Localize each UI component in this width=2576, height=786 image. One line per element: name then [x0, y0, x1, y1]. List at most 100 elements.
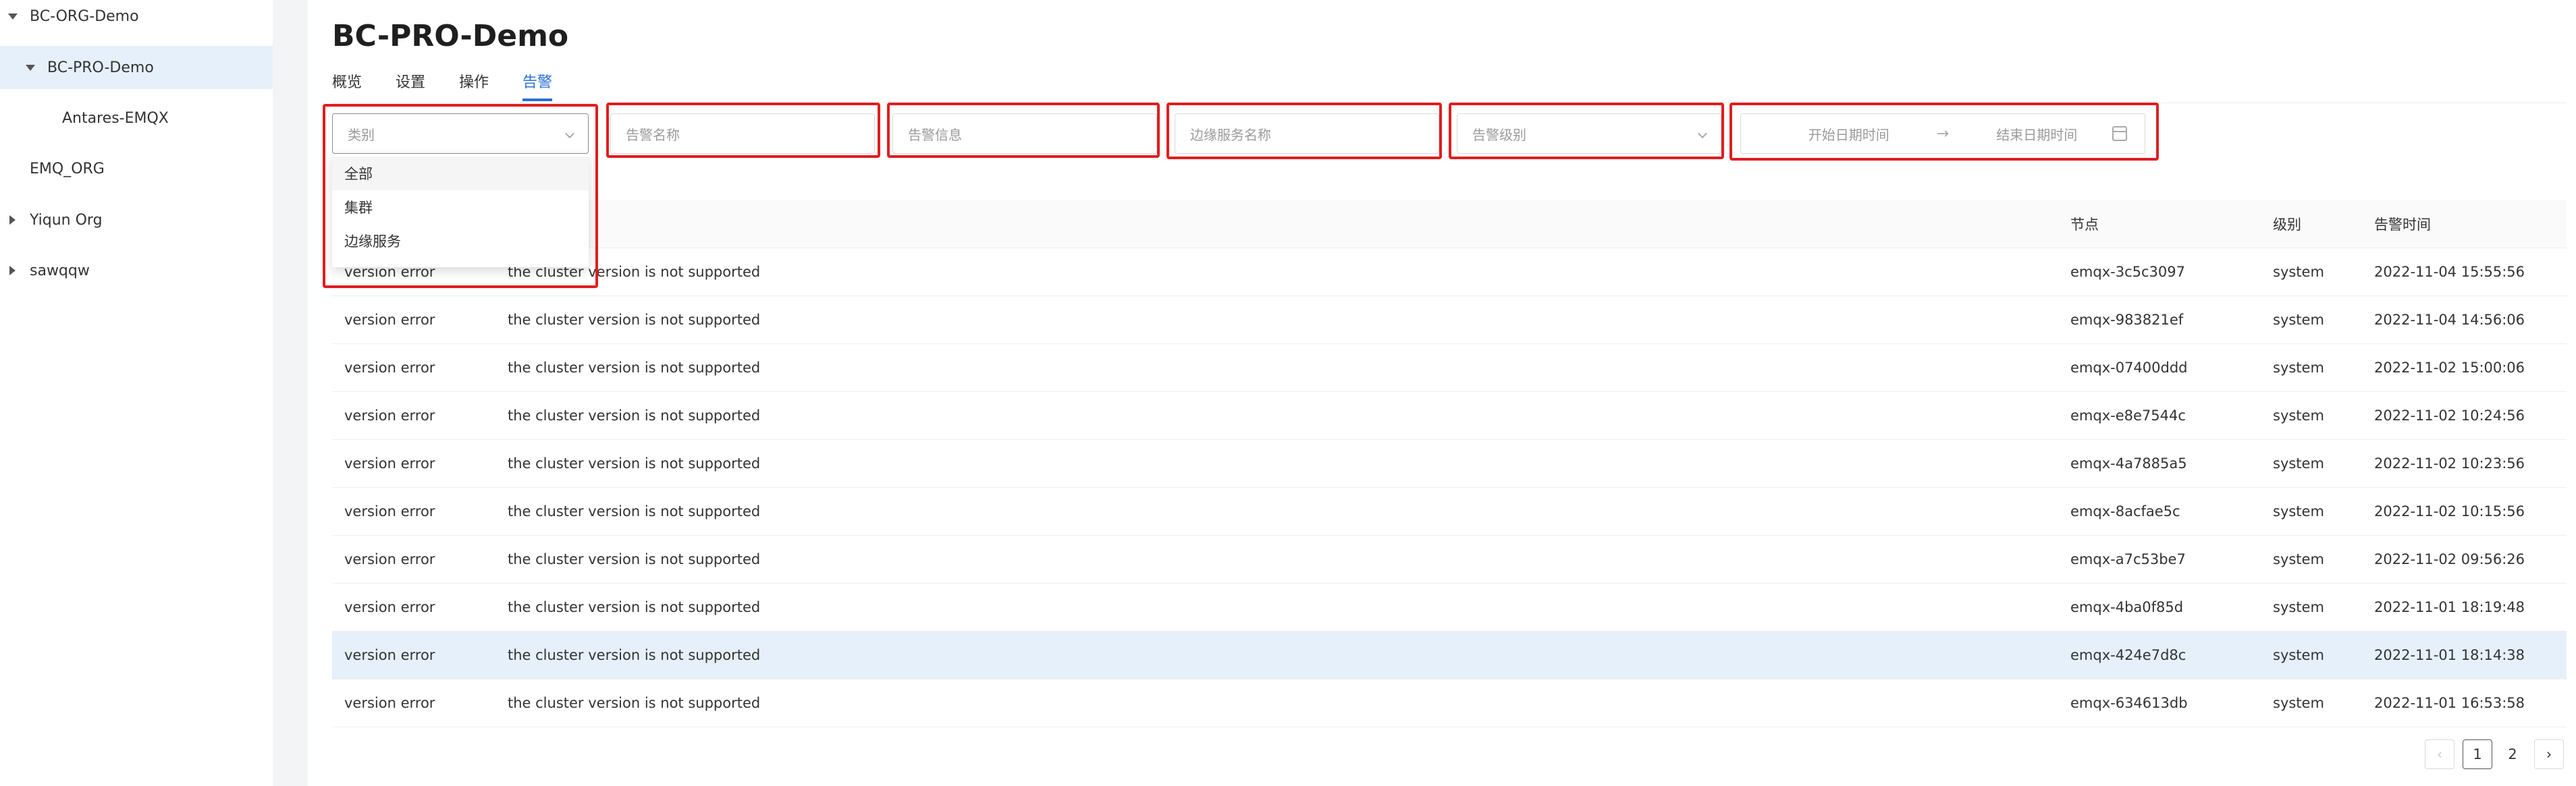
- edge-service-name-input[interactable]: 边缘服务名称: [1175, 113, 1439, 154]
- table-row[interactable]: version error the cluster version is not…: [332, 488, 2567, 536]
- org-tree-sidebar: BC-ORG-Demo BC-PRO-Demo Antares-EMQX EMQ…: [0, 0, 273, 786]
- caret-right-icon[interactable]: [9, 266, 16, 275]
- cell-alarm-time: 2022-11-01 16:53:58: [2374, 695, 2525, 711]
- caret-down-icon[interactable]: [8, 13, 18, 20]
- pagination-page-1[interactable]: 1: [2463, 739, 2492, 769]
- cell-alarm-name: version error: [344, 551, 435, 567]
- cell-alarm-name: version error: [344, 599, 435, 615]
- dropdown-option-all[interactable]: 全部: [332, 157, 589, 190]
- tree-item-bc-pro-demo[interactable]: BC-PRO-Demo: [0, 46, 273, 89]
- cell-alarm-time: 2022-11-02 10:24:56: [2374, 408, 2525, 424]
- tree-item-emq-org[interactable]: EMQ_ORG: [0, 147, 273, 190]
- cell-node: emqx-e8e7544c: [2070, 408, 2186, 424]
- alarm-level-select[interactable]: 告警级别: [1457, 113, 1721, 154]
- table-row[interactable]: version error the cluster version is not…: [332, 440, 2567, 488]
- cell-level: system: [2273, 695, 2324, 711]
- cell-alarm-time: 2022-11-02 10:23:56: [2374, 455, 2525, 472]
- table-row[interactable]: version error the cluster version is not…: [332, 536, 2567, 584]
- chevron-down-icon: [1697, 128, 1708, 139]
- cell-alarm-name: version error: [344, 408, 435, 424]
- cell-level: system: [2273, 551, 2324, 567]
- cell-alarm-info: the cluster version is not supported: [508, 695, 761, 711]
- cell-alarm-time: 2022-11-02 09:56:26: [2374, 551, 2525, 567]
- alarm-name-input[interactable]: 告警名称: [610, 113, 875, 154]
- alarm-name-placeholder: 告警名称: [626, 126, 680, 143]
- start-datetime-input[interactable]: 开始日期时间: [1808, 124, 1889, 144]
- table-row[interactable]: version error the cluster version is not…: [332, 296, 2567, 344]
- tree-item-sawqqw[interactable]: sawqqw: [0, 249, 273, 292]
- category-select[interactable]: 类别: [332, 113, 589, 154]
- caret-down-icon[interactable]: [26, 64, 35, 71]
- tab-operations[interactable]: 操作: [459, 70, 489, 101]
- tab-alarms[interactable]: 告警: [522, 70, 553, 101]
- table-row[interactable]: version error the cluster version is not…: [332, 584, 2567, 631]
- category-dropdown-menu: 全部 集群 边缘服务: [332, 154, 589, 267]
- tree-item-antares-emqx[interactable]: Antares-EMQX: [0, 96, 273, 140]
- pagination-page-2[interactable]: 2: [2498, 739, 2527, 769]
- cell-node: emqx-634613db: [2070, 695, 2188, 711]
- cell-alarm-time: 2022-11-02 10:15:56: [2374, 503, 2525, 520]
- cell-node: emqx-07400ddd: [2070, 360, 2188, 376]
- cell-node: emqx-424e7d8c: [2070, 647, 2186, 663]
- tree-item-label: EMQ_ORG: [30, 160, 105, 177]
- cell-alarm-time: 2022-11-01 18:19:48: [2374, 599, 2525, 615]
- cell-alarm-info: the cluster version is not supported: [508, 408, 761, 424]
- cell-level: system: [2273, 599, 2324, 615]
- cell-alarm-name: version error: [344, 695, 435, 711]
- tab-overview[interactable]: 概览: [332, 70, 362, 101]
- tab-bar: 概览 设置 操作 告警: [332, 70, 586, 104]
- pagination-prev-button[interactable]: ‹: [2425, 739, 2454, 769]
- tree-item-yiqun-org[interactable]: Yiqun Org: [0, 198, 273, 242]
- cell-alarm-info: the cluster version is not supported: [508, 599, 761, 615]
- table-row[interactable]: version error the cluster version is not…: [332, 679, 2567, 727]
- end-datetime-input[interactable]: 结束日期时间: [1996, 124, 2077, 144]
- cell-level: system: [2273, 503, 2324, 520]
- calendar-icon: [2112, 126, 2127, 141]
- table-row[interactable]: version error the cluster version is not…: [332, 392, 2567, 440]
- cell-level: system: [2273, 312, 2324, 328]
- tree-item-label: BC-PRO-Demo: [47, 59, 154, 76]
- pagination-next-button[interactable]: ›: [2534, 739, 2564, 769]
- alarm-table: 节点 级别 告警时间 version error the cluster ver…: [332, 200, 2567, 727]
- dropdown-option-edge-service[interactable]: 边缘服务: [332, 224, 589, 258]
- cell-node: emqx-a7c53be7: [2070, 551, 2186, 567]
- alarm-level-placeholder: 告警级别: [1472, 126, 1526, 143]
- cell-alarm-info: the cluster version is not supported: [508, 503, 761, 520]
- cell-level: system: [2273, 455, 2324, 472]
- table-row[interactable]: version error the cluster version is not…: [332, 344, 2567, 392]
- tree-item-bc-org-demo[interactable]: BC-ORG-Demo: [0, 0, 273, 38]
- cell-node: emqx-8acfae5c: [2070, 503, 2180, 520]
- alarm-info-placeholder: 告警信息: [908, 126, 962, 143]
- column-header-level: 级别: [2273, 216, 2301, 233]
- table-row[interactable]: version error the cluster version is not…: [332, 248, 2567, 296]
- tree-item-label: BC-ORG-Demo: [30, 7, 139, 25]
- tree-item-label: Yiqun Org: [30, 211, 103, 229]
- cell-level: system: [2273, 264, 2324, 280]
- cell-node: emqx-3c5c3097: [2070, 264, 2185, 280]
- date-range-picker[interactable]: 开始日期时间 → 结束日期时间: [1740, 113, 2145, 154]
- cell-node: emqx-983821ef: [2070, 312, 2184, 328]
- dropdown-option-cluster[interactable]: 集群: [332, 190, 589, 224]
- arrow-right-icon: →: [1936, 125, 1950, 142]
- cell-alarm-name: version error: [344, 503, 435, 520]
- cell-alarm-info: the cluster version is not supported: [508, 360, 761, 376]
- cell-alarm-info: the cluster version is not supported: [508, 551, 761, 567]
- cell-node: emqx-4ba0f85d: [2070, 599, 2184, 615]
- cell-alarm-name: version error: [344, 312, 435, 328]
- tab-settings[interactable]: 设置: [396, 70, 425, 101]
- sidebar-divider: [273, 0, 308, 786]
- table-row[interactable]: version error the cluster version is not…: [332, 631, 2567, 679]
- cell-level: system: [2273, 647, 2324, 663]
- cell-alarm-time: 2022-11-01 18:14:38: [2374, 647, 2525, 663]
- cell-alarm-info: the cluster version is not supported: [508, 647, 761, 663]
- cell-alarm-info: the cluster version is not supported: [508, 312, 761, 328]
- alarm-info-input[interactable]: 告警信息: [892, 113, 1157, 154]
- cell-alarm-time: 2022-11-04 15:55:56: [2374, 264, 2525, 280]
- cell-level: system: [2273, 408, 2324, 424]
- cell-alarm-name: version error: [344, 647, 435, 663]
- tree-item-label: Antares-EMQX: [62, 109, 169, 127]
- column-header-alarm-time: 告警时间: [2374, 216, 2431, 233]
- cell-alarm-time: 2022-11-02 15:00:06: [2374, 360, 2525, 376]
- caret-right-icon[interactable]: [9, 215, 16, 225]
- table-header: 节点 级别 告警时间: [332, 200, 2567, 248]
